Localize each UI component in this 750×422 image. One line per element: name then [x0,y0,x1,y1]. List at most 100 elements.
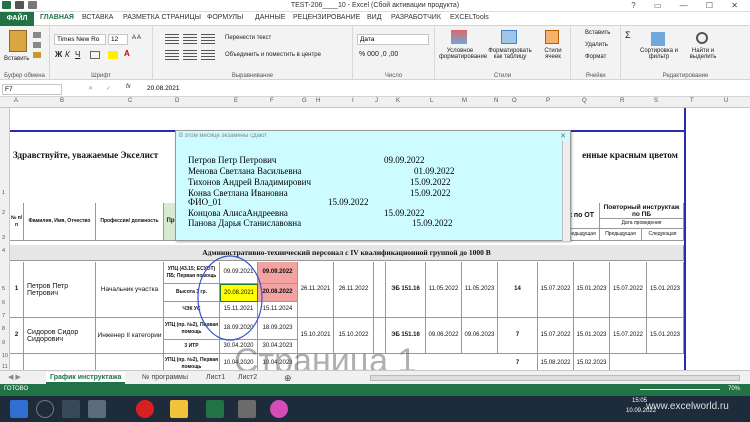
col-c[interactable]: C [128,98,132,104]
col-o[interactable]: O [512,98,517,104]
r2-name[interactable]: Сидоров Сидор Сидорович [24,318,96,354]
r1-p[interactable]: 15.01.2023 [574,262,610,318]
r2-m[interactable]: 09.06.2023 [462,318,498,354]
task-view-icon[interactable] [62,400,80,418]
align-right-icon[interactable] [201,50,215,60]
font-size-select[interactable]: 12 [108,34,128,45]
hdr-name[interactable]: Фамилия, Имя, Отчество [24,203,96,241]
merge-center-button[interactable]: Объединить и поместить в центре [225,52,321,58]
r1-l[interactable]: 11.05.2022 [426,262,462,318]
row-1[interactable]: 1 [2,190,5,196]
name-box[interactable]: F7 [2,84,62,95]
close-icon[interactable]: ✕ [560,132,566,140]
sheet-tab-list2[interactable]: Лист2 [234,372,261,384]
r1-i[interactable]: 26.11.2022 [334,262,374,318]
paste-icon[interactable] [9,30,27,52]
exam-popup[interactable]: В этом месяце экзамены сдают ✕ Петров Пе… [175,130,571,241]
col-e[interactable]: E [234,98,238,104]
window-controls[interactable]: ? ▭ — ☐ ✕ [631,1,746,10]
col-s[interactable]: S [654,98,658,104]
tab-review[interactable]: РЕЦЕНЗИРОВАНИЕ [293,14,360,21]
r1-m[interactable]: 11.05.2023 [462,262,498,318]
sheet-tab-schedule[interactable]: График инструктажа [46,372,126,384]
align-left-icon[interactable] [165,50,179,60]
r1-r[interactable]: 15.01.2023 [647,262,684,318]
row-7[interactable]: 7 [2,313,5,319]
popup-scrollbar[interactable] [562,141,570,241]
r3-name[interactable] [24,354,96,370]
paint-icon[interactable] [270,400,288,418]
app-icon[interactable] [238,400,256,418]
autosum-icon[interactable]: Σ [625,30,631,40]
cell-styles-icon[interactable] [545,30,559,44]
align-top-icon[interactable] [165,34,179,44]
col-f[interactable]: F [270,98,274,104]
col-h[interactable]: H [316,98,320,104]
row-6[interactable]: 6 [2,300,5,306]
r2-r[interactable]: 15.01.2023 [647,318,684,354]
row-9[interactable]: 9 [2,340,5,346]
zoom-level[interactable]: 70% [728,386,740,392]
format-table-icon[interactable] [501,30,517,44]
formula-input[interactable]: 20.08.2021 [145,84,747,95]
row-4[interactable]: 4 [2,248,5,254]
paste-button[interactable]: Вставить [4,56,29,62]
italic-icon[interactable]: К [65,50,70,59]
row-8[interactable]: 8 [2,326,5,332]
opera-icon[interactable] [136,400,154,418]
sheet-tab-programs[interactable]: № программы [138,372,192,384]
format-painter-icon[interactable] [33,52,41,58]
col-t[interactable]: T [690,98,694,104]
col-j[interactable]: J [375,98,378,104]
col-k[interactable]: K [396,98,400,104]
r3-prof[interactable] [96,354,164,370]
r2-o[interactable]: 15.07.2022 [538,318,574,354]
find-icon[interactable] [696,32,708,44]
copy-icon[interactable] [33,42,41,48]
col-r[interactable]: R [620,98,624,104]
align-bottom-icon[interactable] [201,34,215,44]
widgets-icon[interactable] [88,400,106,418]
align-center-icon[interactable] [183,50,197,60]
tab-data[interactable]: ДАННЫЕ [255,14,285,21]
r2-num[interactable]: 2 [10,318,24,354]
row-5[interactable]: 5 [2,286,5,292]
fx-icon[interactable]: fx [126,84,131,90]
tab-formulas[interactable]: ФОРМУЛЫ [207,14,243,21]
delete-cells-button[interactable]: Удалить [585,42,608,48]
clock-time[interactable]: 15:05 [632,398,647,404]
cut-icon[interactable] [33,32,41,38]
hdr-pb-prev[interactable]: Предыдущая [600,229,642,241]
cell-styles-button[interactable]: Стили ячеек [539,48,567,60]
r1-name[interactable]: Петров Петр Петрович [24,262,96,318]
number-format-select[interactable]: Дата [357,34,429,45]
col-q[interactable]: Q [582,98,587,104]
wrap-text-button[interactable]: Перенести текст [225,35,271,41]
find-select-button[interactable]: Найти и выделить [683,48,723,60]
font-name-select[interactable]: Times New Ro [54,34,106,45]
r3-num[interactable] [10,354,24,370]
format-cells-button[interactable]: Формат [585,54,606,60]
r2-q[interactable]: 15.07.2022 [610,318,647,354]
r1-j[interactable] [374,262,386,318]
tab-file[interactable]: ФАЙЛ [0,12,34,26]
r1-prof[interactable]: Начальник участка [96,262,164,318]
col-d[interactable]: D [175,98,179,104]
col-m[interactable]: M [462,98,467,104]
enter-icon[interactable]: ✓ [106,85,111,92]
sheet-tab-list1[interactable]: Лист1 [202,372,229,384]
tab-home[interactable]: ГЛАВНАЯ [40,14,74,21]
row-3[interactable]: 3 [2,235,5,241]
cancel-icon[interactable]: ✕ [88,85,93,92]
hdr-pb-date[interactable]: Дата проведения [600,219,684,229]
explorer-icon[interactable] [170,400,188,418]
r1-q[interactable]: 15.07.2022 [610,262,647,318]
start-icon[interactable] [10,400,28,418]
r3-p[interactable]: 15.02.2023 [574,354,610,370]
grow-font-icon[interactable]: A A [132,35,141,41]
zoom-slider[interactable] [640,389,720,390]
col-a[interactable]: A [14,98,18,104]
fill-color-icon[interactable] [108,51,118,59]
underline-icon[interactable]: Ч [75,50,80,59]
row-10[interactable]: 10 [2,353,8,359]
